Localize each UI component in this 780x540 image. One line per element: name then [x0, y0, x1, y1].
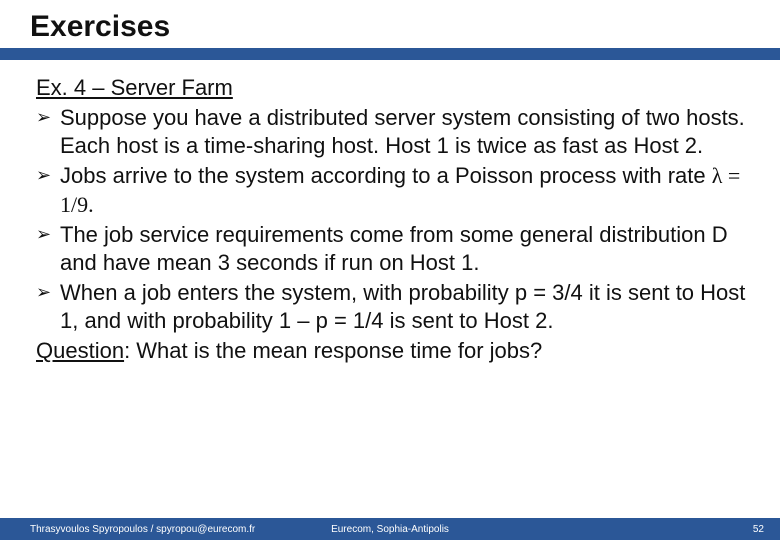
bullet-list: Suppose you have a distributed server sy… [36, 104, 750, 335]
bullet-item: When a job enters the system, with proba… [36, 279, 750, 335]
bullet-item: The job service requirements come from s… [36, 221, 750, 277]
footer-page-number: 52 [753, 524, 764, 535]
slide-title: Exercises [30, 10, 780, 44]
bullet-text: The job service requirements come from s… [60, 222, 728, 275]
bullet-text: Suppose you have a distributed server sy… [60, 105, 745, 158]
question-label: Question [36, 338, 124, 363]
bullet-text: When a job enters the system, with proba… [60, 280, 745, 333]
bullet-item: Suppose you have a distributed server sy… [36, 104, 750, 160]
footer-left: Thrasyvoulos Spyropoulos / spyropou@eure… [30, 524, 255, 535]
title-bar: Exercises [0, 0, 780, 60]
question-text: : What is the mean response time for job… [124, 338, 542, 363]
exercise-heading: Ex. 4 – Server Farm [36, 74, 750, 102]
slide: Exercises Ex. 4 – Server Farm Suppose yo… [0, 0, 780, 540]
bullet-item: Jobs arrive to the system according to a… [36, 162, 750, 218]
question-line: Question: What is the mean response time… [36, 337, 750, 365]
bullet-text: Jobs arrive to the system according to a… [60, 163, 712, 188]
footer-center: Eurecom, Sophia-Antipolis [331, 524, 449, 535]
footer-bar: Thrasyvoulos Spyropoulos / spyropou@eure… [0, 518, 780, 540]
slide-content: Ex. 4 – Server Farm Suppose you have a d… [0, 60, 780, 366]
